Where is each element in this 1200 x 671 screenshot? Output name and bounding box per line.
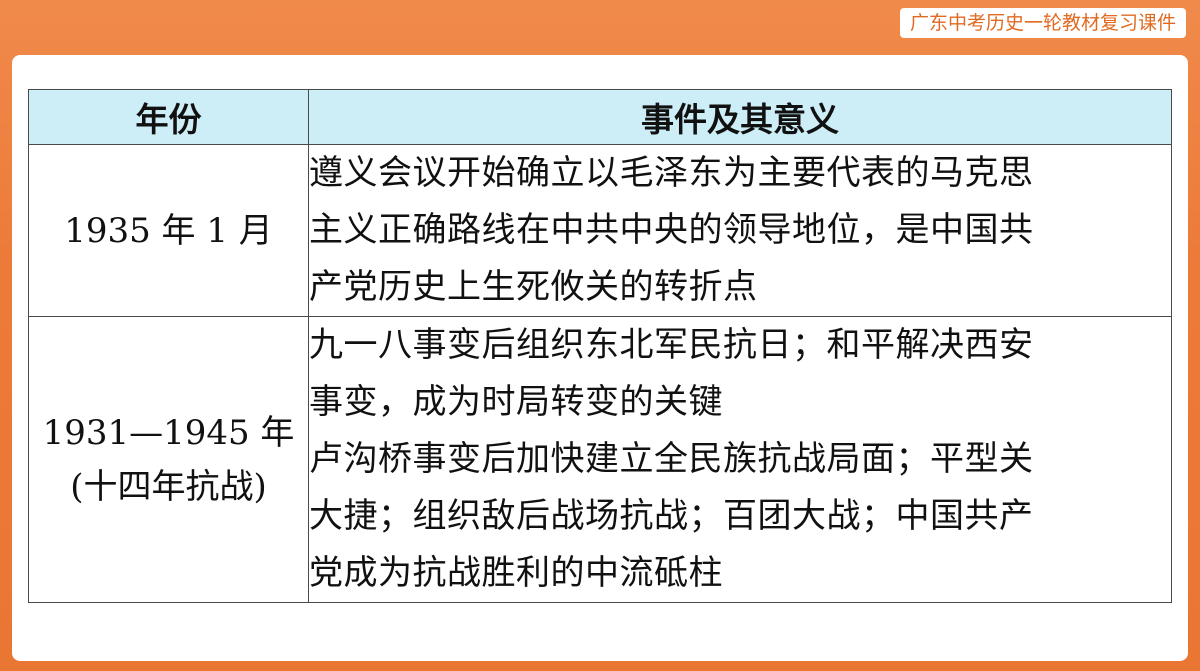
- event-line: 事变，成为时局转变的关键: [309, 382, 723, 422]
- event-line: 主义正确路线在中共中央的领导地位，是中国共: [309, 210, 1034, 250]
- event-line: 大捷；组织敌后战场抗战；百团大战；中国共产: [309, 496, 1034, 536]
- year-line: (十四年抗战): [70, 466, 267, 507]
- event-line: 产党历史上生死攸关的转折点: [309, 267, 758, 307]
- year-line: 1931—1945 年: [42, 412, 295, 453]
- year-cell: 1931—1945 年 (十四年抗战): [28, 316, 309, 603]
- column-header-year: 年份: [28, 89, 309, 145]
- history-events-table: 年份 事件及其意义 1935 年 1 月 遵义会议开始确立以毛泽东为主要代表的马…: [28, 89, 1172, 603]
- table-row: 1935 年 1 月 遵义会议开始确立以毛泽东为主要代表的马克思 主义正确路线在…: [28, 144, 1172, 317]
- year-line: 1935 年 1 月: [64, 210, 273, 251]
- event-line: 遵义会议开始确立以毛泽东为主要代表的马克思: [309, 153, 1034, 193]
- course-title-badge: 广东中考历史一轮教材复习课件: [899, 8, 1186, 38]
- year-cell: 1935 年 1 月: [28, 144, 309, 317]
- event-line: 卢沟桥事变后加快建立全民族抗战局面；平型关: [309, 439, 1034, 479]
- event-line: 九一八事变后组织东北军民抗日；和平解决西安: [309, 325, 1034, 365]
- event-cell: 九一八事变后组织东北军民抗日；和平解决西安 事变，成为时局转变的关键 卢沟桥事变…: [308, 316, 1172, 603]
- event-cell: 遵义会议开始确立以毛泽东为主要代表的马克思 主义正确路线在中共中央的领导地位，是…: [308, 144, 1172, 317]
- content-panel: 年份 事件及其意义 1935 年 1 月 遵义会议开始确立以毛泽东为主要代表的马…: [12, 55, 1188, 661]
- column-header-event: 事件及其意义: [308, 89, 1172, 145]
- event-line: 党成为抗战胜利的中流砥柱: [309, 553, 723, 593]
- table-row: 1931—1945 年 (十四年抗战) 九一八事变后组织东北军民抗日；和平解决西…: [28, 316, 1172, 603]
- table-header-row: 年份 事件及其意义: [28, 89, 1172, 145]
